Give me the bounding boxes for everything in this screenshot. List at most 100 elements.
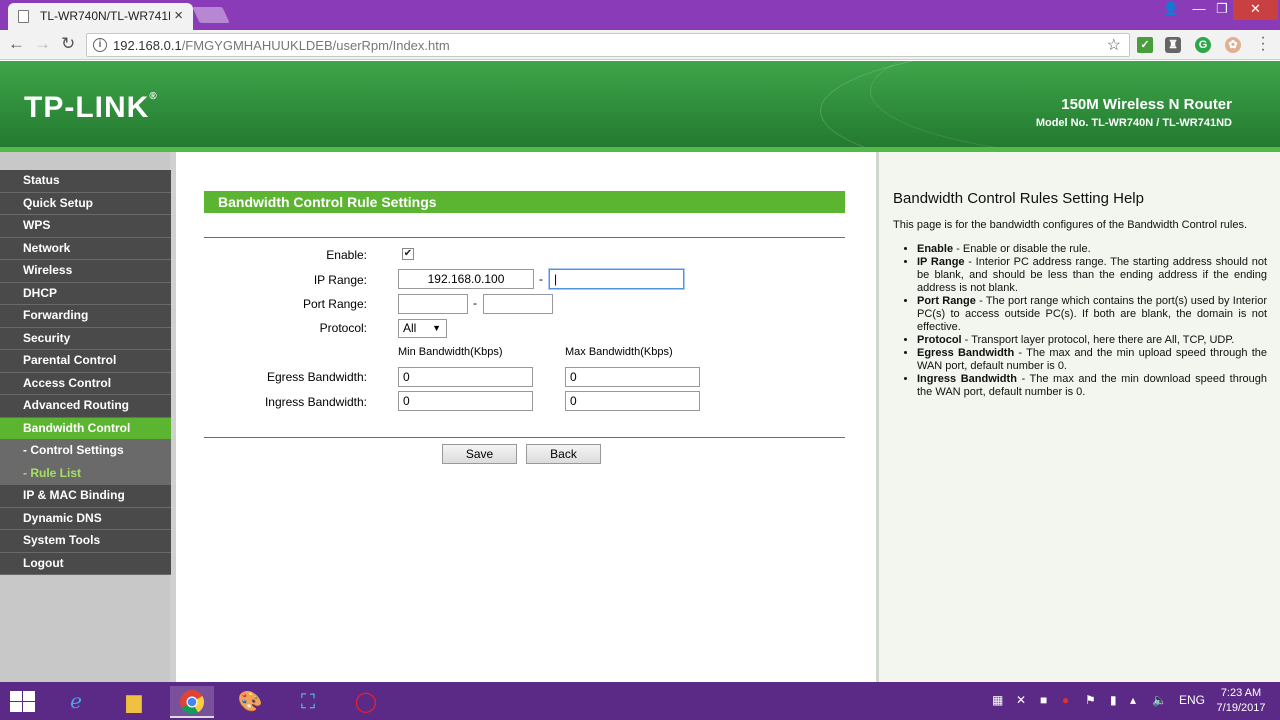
help-intro: This page is for the bandwidth configure… [893,219,1248,231]
back-button[interactable]: Back [526,444,601,464]
ingress-min-input[interactable]: 0 [398,391,533,411]
menu-item[interactable]: Quick Setup [0,192,171,215]
url-path: /FMGYGMHAHUUKLDEB/userRpm/Index.htm [181,38,450,53]
help-term: Protocol [917,334,962,346]
battery-icon[interactable]: ▮ [1110,693,1117,707]
menu-item[interactable]: Bandwidth Control [0,417,171,440]
protocol-select[interactable]: All ▼ [398,319,447,338]
extension-icon[interactable]: ✿ [1225,37,1241,53]
volume-icon[interactable]: 🔈 [1152,693,1167,707]
enable-checkbox[interactable]: ✔ [402,248,414,260]
file-explorer-icon[interactable]: ▆ [112,686,156,718]
menu-item[interactable]: Access Control [0,372,171,395]
model-number: Model No. TL-WR740N / TL-WR741ND [1035,117,1232,129]
ip-range-label: IP Range: [313,273,367,287]
windows-start-icon[interactable] [10,691,36,713]
internet-explorer-icon[interactable]: ℯ [54,686,98,718]
ingress-max-input[interactable]: 0 [565,391,700,411]
extension-icon[interactable]: ♜ [1165,37,1181,53]
menu-item[interactable]: Security [0,327,171,350]
tray-app-icon[interactable]: ■ [1040,693,1047,707]
opera-icon[interactable]: ◯ [344,686,388,718]
range-dash: - [539,272,543,286]
menu-item[interactable]: - Control Settings [0,440,171,463]
browser-titlebar: TL-WR740N/TL-WR741N × 👤 — ❐ ✕ [0,0,1280,30]
flag-icon[interactable]: ⚑ [1085,693,1096,707]
close-window-icon[interactable]: ✕ [1233,0,1278,20]
help-term: IP Range [917,256,965,268]
save-button[interactable]: Save [442,444,517,464]
help-item: IP Range - Interior PC address range. Th… [917,256,1267,295]
bookmark-star-icon[interactable]: ☆ [1107,35,1121,55]
menu-item[interactable]: Parental Control [0,350,171,373]
extension-icon[interactable]: ✓ [1137,37,1153,53]
screen-capture-icon[interactable]: ⛶ [286,686,330,718]
chrome-logo [180,690,205,715]
menu-item[interactable]: Wireless [0,260,171,283]
address-bar[interactable]: i 192.168.0.1/FMGYGMHAHUUKLDEB/userRpm/I… [86,33,1130,57]
reload-icon[interactable]: ↻ [61,34,75,54]
tplink-logo: TP-LINK® [24,91,158,124]
tray-app-icon[interactable]: ✕ [1016,693,1026,707]
sidebar: Status Quick Setup WPS Network Wireless DHCP F… [0,152,176,682]
network-icon[interactable]: ▴ [1130,693,1136,707]
menu-item[interactable]: Forwarding [0,305,171,328]
tray-app-icon[interactable]: ▦ [992,693,1003,707]
range-dash: - [473,296,477,310]
menu-item[interactable]: DHCP [0,282,171,305]
paint-icon[interactable]: 🎨 [228,686,272,718]
menu-item[interactable]: System Tools [0,530,171,553]
browser-toolbar: ← → ↻ i 192.168.0.1/FMGYGMHAHUUKLDEB/use… [0,30,1280,60]
product-name: 150M Wireless N Router [1061,96,1232,113]
grammarly-icon[interactable]: G [1195,37,1211,53]
logo-text: TP-LINK [24,91,150,124]
menu-item[interactable]: Dynamic DNS [0,507,171,530]
menu-item[interactable]: Network [0,237,171,260]
help-list: Enable - Enable or disable the rule.IP R… [917,243,1267,399]
egress-max-input[interactable]: 0 [565,367,700,387]
language-indicator[interactable]: ENG [1179,693,1205,707]
port-start-input[interactable] [398,294,468,314]
protocol-value: All [403,321,417,335]
divider [204,437,845,438]
menu-item[interactable]: - Rule List [0,462,171,485]
menu-item[interactable]: Advanced Routing [0,395,171,418]
menu-item[interactable]: Logout [0,552,171,575]
min-bandwidth-header: Min Bandwidth(Kbps) [398,346,503,358]
router-header: TP-LINK® 150M Wireless N Router Model No… [0,61,1280,147]
tab-title: TL-WR740N/TL-WR741N [40,9,170,23]
info-icon[interactable]: i [93,38,107,52]
help-desc: - Transport layer protocol, here there a… [961,334,1235,346]
help-desc: - Enable or disable the rule. [953,243,1091,255]
max-bandwidth-header: Max Bandwidth(Kbps) [565,346,673,358]
main-panel: Bandwidth Control Rule Settings Enable: … [176,152,876,682]
chrome-menu-icon[interactable]: · · · [1258,30,1268,58]
chrome-icon[interactable] [170,686,214,718]
help-term: Ingress Bandwidth [917,373,1017,385]
ingress-label: Ingress Bandwidth: [264,395,367,409]
menu-item[interactable]: WPS [0,215,171,238]
menu-item[interactable]: Status [0,170,171,193]
back-icon[interactable]: ← [8,34,25,54]
help-panel: Bandwidth Control Rules Setting Help Thi… [876,152,1280,682]
menu-item[interactable]: IP & MAC Binding [0,485,171,508]
ip-end-input[interactable]: | [549,269,684,289]
browser-tab[interactable]: TL-WR740N/TL-WR741N × [8,3,193,30]
new-tab-button[interactable] [192,7,230,23]
ip-start-input[interactable]: 192.168.0.100 [398,269,534,289]
system-clock[interactable]: 7:23 AM 7/19/2017 [1212,686,1270,716]
divider [204,237,845,238]
windows-taskbar: ℯ ▆ 🎨 ⛶ ◯ ▦ ✕ ■ ● ⚑ ▮ ▴ 🔈 ENG 7:23 AM 7/… [0,682,1280,720]
help-item: Ingress Bandwidth - The max and the min … [917,373,1267,399]
help-desc: - Interior PC address range. The startin… [917,256,1267,294]
user-icon[interactable]: 👤 [1157,0,1185,20]
close-tab-icon[interactable]: × [174,7,183,24]
egress-min-input[interactable]: 0 [398,367,533,387]
port-end-input[interactable] [483,294,553,314]
maximize-icon[interactable]: ❐ [1208,0,1236,20]
forward-icon[interactable]: → [34,34,51,54]
record-icon[interactable]: ● [1062,693,1069,707]
help-term: Enable [917,243,954,255]
clock-time: 7:23 AM [1220,687,1262,699]
main-menu: Status Quick Setup WPS Network Wireless DHCP F… [0,170,171,575]
